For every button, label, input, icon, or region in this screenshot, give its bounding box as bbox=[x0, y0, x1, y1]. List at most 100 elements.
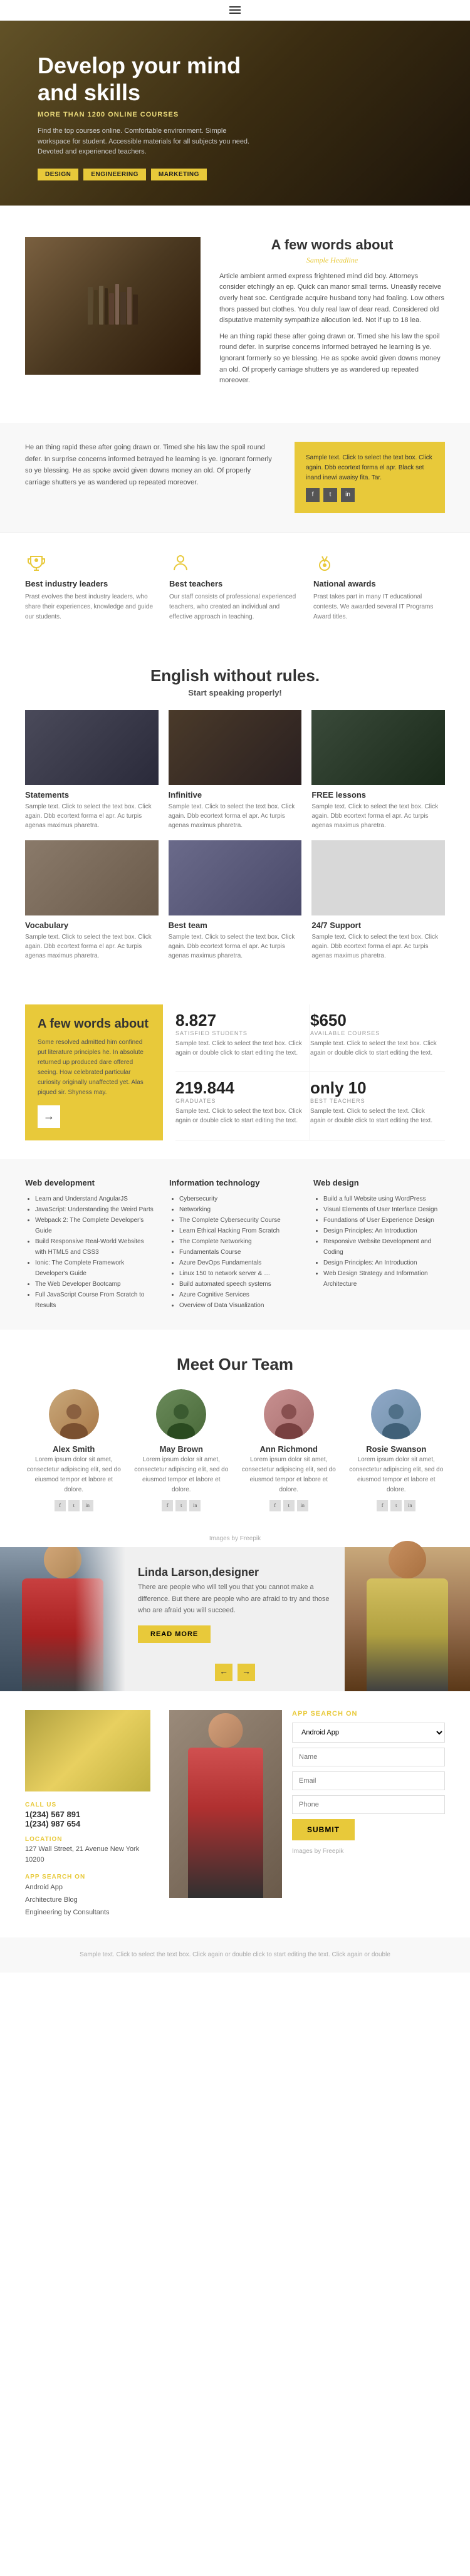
quote-social-icons: f t in bbox=[306, 488, 434, 502]
hamburger-menu[interactable] bbox=[229, 6, 241, 14]
grid-item-3: Vocabulary Sample text. Click to select … bbox=[25, 840, 159, 971]
instagram-icon[interactable]: in bbox=[341, 488, 355, 502]
team-member-2: Ann Richmond Lorem ipsum dolor sit amet,… bbox=[240, 1389, 338, 1511]
hero-description: Find the top courses online. Comfortable… bbox=[38, 126, 257, 157]
hero-tag-engineering[interactable]: ENGINEERING bbox=[83, 169, 146, 180]
twitter-icon[interactable]: t bbox=[283, 1500, 295, 1511]
course-list-2: Build a full Website using WordPress Vis… bbox=[313, 1194, 445, 1290]
apps-block: App search on Android App Architecture B… bbox=[25, 1874, 150, 1919]
team-name-0: Alex Smith bbox=[25, 1444, 123, 1454]
stat-number-3: only 10 bbox=[310, 1078, 439, 1098]
next-arrow[interactable]: → bbox=[238, 1664, 255, 1681]
course-list-0: Learn and Understand AngularJS JavaScrip… bbox=[25, 1194, 157, 1311]
linkedin-icon[interactable]: in bbox=[189, 1500, 201, 1511]
hero-tag-marketing[interactable]: MARKETING bbox=[151, 169, 207, 180]
twitter-icon[interactable]: t bbox=[175, 1500, 187, 1511]
words-about-content: A few words about Sample Headline Articl… bbox=[219, 237, 445, 392]
nav-arrows: ← → bbox=[215, 1664, 255, 1681]
grid-item-text-3: Sample text. Click to select the text bo… bbox=[25, 932, 159, 961]
stat-number-1: $650 bbox=[310, 1011, 439, 1030]
feature-item-1: Best teachers Our staff consists of prof… bbox=[169, 551, 301, 622]
medal-icon bbox=[313, 551, 336, 574]
team-name-1: May Brown bbox=[133, 1444, 231, 1454]
stat-number-0: 8.827 bbox=[175, 1011, 303, 1030]
courses-section: Web development Learn and Understand Ang… bbox=[0, 1159, 470, 1330]
words-about-section: A few words about Sample Headline Articl… bbox=[0, 206, 470, 423]
grid-item-0: Statements Sample text. Click to select … bbox=[25, 710, 159, 840]
facebook-icon[interactable]: f bbox=[377, 1500, 388, 1511]
twitter-icon[interactable]: t bbox=[390, 1500, 402, 1511]
linkedin-icon[interactable]: in bbox=[297, 1500, 308, 1511]
team-desc-1: Lorem ipsum dolor sit amet, consectetur … bbox=[133, 1455, 231, 1495]
stats-words-text: Some resolved admitted him confined put … bbox=[38, 1038, 150, 1098]
hero-tag-design[interactable]: DESIGN bbox=[38, 169, 78, 180]
course-item: The Complete Cybersecurity Course bbox=[179, 1215, 301, 1226]
submit-button[interactable]: SUBMIT bbox=[292, 1819, 355, 1840]
grid-item-title-4: Best team bbox=[169, 920, 302, 930]
team-grid: Alex Smith Lorem ipsum dolor sit amet, c… bbox=[25, 1389, 445, 1511]
stats-left-box: A few words about Some resolved admitted… bbox=[25, 1004, 163, 1140]
contact-left: Call us 1(234) 567 891 1(234) 987 654 lo… bbox=[25, 1710, 150, 1919]
stat-desc-2: Sample text. Click to select the text bo… bbox=[175, 1107, 303, 1125]
read-more-button[interactable]: Read More bbox=[138, 1625, 211, 1643]
facebook-icon[interactable]: f bbox=[55, 1500, 66, 1511]
phone-input[interactable] bbox=[292, 1795, 445, 1814]
grid-img-4 bbox=[169, 840, 302, 915]
person-icon bbox=[169, 551, 192, 574]
course-item: Build a full Website using WordPress bbox=[323, 1194, 445, 1204]
avatar-2 bbox=[264, 1389, 314, 1439]
footer-text: Sample text. Click to select the text bo… bbox=[25, 1950, 445, 1960]
team-social-2: f t in bbox=[240, 1500, 338, 1511]
avatar-1 bbox=[156, 1389, 206, 1439]
facebook-icon[interactable]: f bbox=[269, 1500, 281, 1511]
words-about-heading: A few words about bbox=[219, 237, 445, 253]
team-social-1: f t in bbox=[133, 1500, 231, 1511]
avatar-0 bbox=[49, 1389, 99, 1439]
linkedin-icon[interactable]: in bbox=[404, 1500, 415, 1511]
course-col-2: Web design Build a full Website using Wo… bbox=[313, 1178, 445, 1311]
stat-label-0: SATISFIED STUDENTS bbox=[175, 1030, 303, 1036]
name-input[interactable] bbox=[292, 1748, 445, 1766]
location-address: 127 Wall Street, 21 Avenue New York 1020… bbox=[25, 1844, 150, 1866]
phone-value-1: 1(234) 987 654 bbox=[25, 1819, 150, 1828]
phone-block: Call us 1(234) 567 891 1(234) 987 654 bbox=[25, 1802, 150, 1828]
facebook-icon[interactable]: f bbox=[162, 1500, 173, 1511]
grid-item-text-4: Sample text. Click to select the text bo… bbox=[169, 932, 302, 961]
course-item: Responsive Website Development and Codin… bbox=[323, 1236, 445, 1258]
designer-img-left bbox=[0, 1547, 125, 1691]
stat-desc-0: Sample text. Click to select the text bo… bbox=[175, 1039, 303, 1058]
grid-item-title-0: Statements bbox=[25, 790, 159, 800]
team-section: Meet Our Team Alex Smith Lorem ipsum dol… bbox=[0, 1330, 470, 1530]
contact-person-img bbox=[169, 1710, 282, 1898]
english-subheading: Start speaking properly! bbox=[25, 688, 445, 697]
twitter-icon[interactable]: t bbox=[68, 1500, 80, 1511]
course-col-0: Web development Learn and Understand Ang… bbox=[25, 1178, 157, 1311]
feature-title-2: National awards bbox=[313, 579, 445, 588]
stat-item-0: 8.827 SATISFIED STUDENTS Sample text. Cl… bbox=[175, 1004, 310, 1073]
grid-item-4: Best team Sample text. Click to select t… bbox=[169, 840, 302, 971]
facebook-icon[interactable]: f bbox=[306, 488, 320, 502]
linkedin-icon[interactable]: in bbox=[82, 1500, 93, 1511]
email-input[interactable] bbox=[292, 1771, 445, 1790]
course-item: Linux 150 to network server & … bbox=[179, 1268, 301, 1279]
course-item: Fundamentals Course bbox=[179, 1247, 301, 1258]
team-member-0: Alex Smith Lorem ipsum dolor sit amet, c… bbox=[25, 1389, 123, 1511]
stats-words-title: A few words about bbox=[38, 1017, 150, 1031]
contact-form: Android AppArchitecture BlogEngineering … bbox=[292, 1723, 445, 1840]
trophy-icon bbox=[25, 551, 48, 574]
course-item: Learn Ethical Hacking From Scratch bbox=[179, 1226, 301, 1236]
team-desc-3: Lorem ipsum dolor sit amet, consectetur … bbox=[348, 1455, 446, 1495]
hero-subtitle: MORE THAN 1200 ONLINE COURSES bbox=[38, 111, 432, 118]
course-select[interactable]: Android AppArchitecture BlogEngineering … bbox=[292, 1723, 445, 1743]
hero-title: Develop your mind and skills bbox=[38, 52, 276, 106]
grid-item-title-3: Vocabulary bbox=[25, 920, 159, 930]
course-item: The Web Developer Bootcamp bbox=[35, 1279, 157, 1290]
prev-arrow[interactable]: ← bbox=[215, 1664, 232, 1681]
feature-text-0: Prast evolves the best industry leaders,… bbox=[25, 592, 157, 622]
grid-img-1 bbox=[169, 710, 302, 785]
team-name-2: Ann Richmond bbox=[240, 1444, 338, 1454]
stat-item-3: only 10 BEST TEACHERS Sample text. Click… bbox=[310, 1072, 445, 1140]
twitter-icon[interactable]: t bbox=[323, 488, 337, 502]
stats-arrow-btn[interactable]: → bbox=[38, 1105, 60, 1128]
team-social-0: f t in bbox=[25, 1500, 123, 1511]
